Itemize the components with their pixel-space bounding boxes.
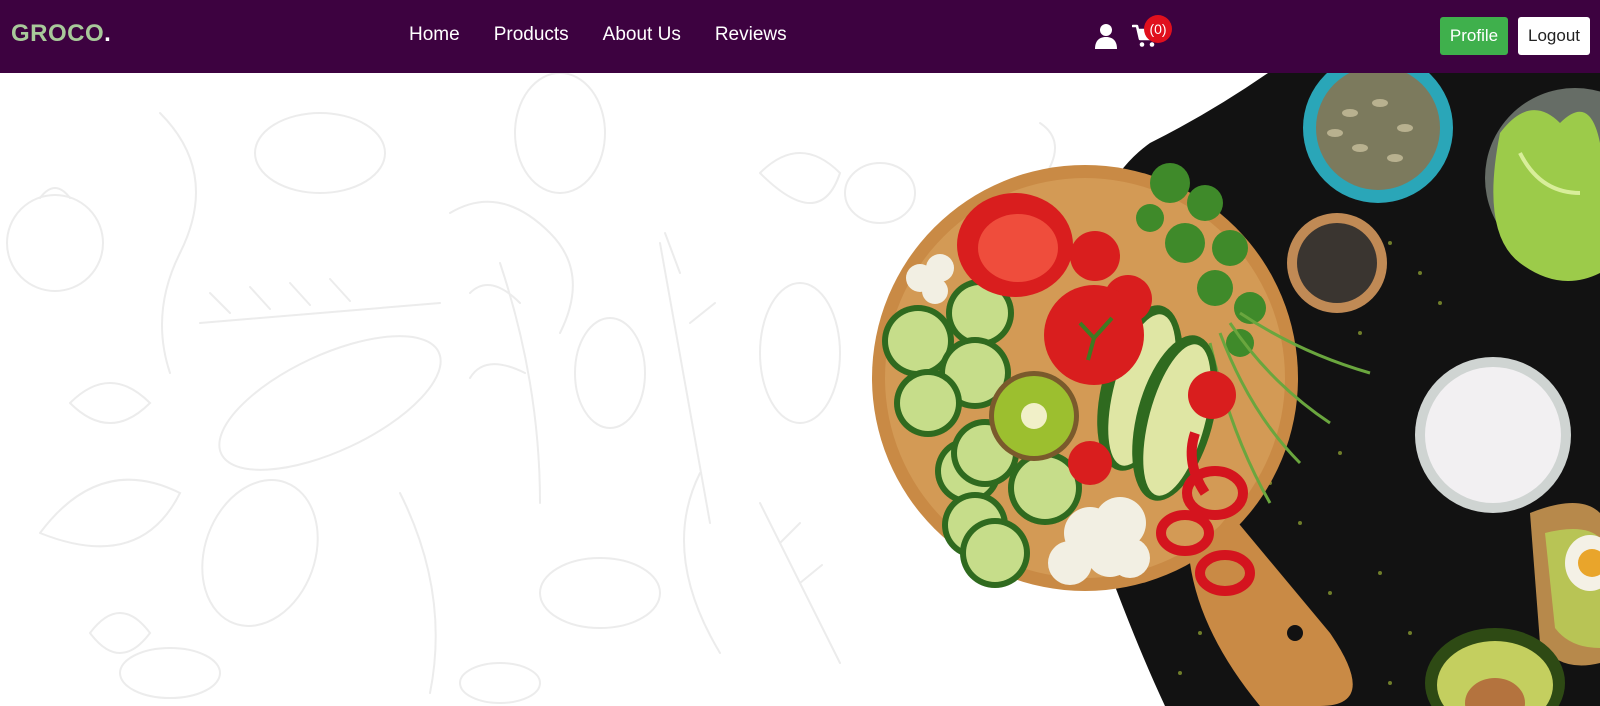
hero-vegetables-image: [872, 73, 1600, 706]
logo-dot: .: [104, 20, 112, 47]
nav-products[interactable]: Products: [494, 24, 569, 46]
user-icon[interactable]: [1094, 23, 1118, 49]
logo-text: GROCO: [11, 20, 105, 47]
logo[interactable]: GROCO.: [11, 20, 111, 48]
navbar: GROCO. Home Products About Us Reviews (0…: [0, 0, 1600, 73]
nav-about-us[interactable]: About Us: [603, 24, 681, 46]
header-icons: (0): [1094, 15, 1174, 52]
hero-banner: [0, 73, 1600, 706]
nav-home[interactable]: Home: [409, 24, 460, 46]
main-nav: Home Products About Us Reviews: [409, 24, 821, 46]
nav-reviews[interactable]: Reviews: [715, 24, 787, 46]
logout-button[interactable]: Logout: [1518, 17, 1590, 55]
cart-count-badge: (0): [1144, 15, 1172, 43]
profile-button[interactable]: Profile: [1440, 17, 1508, 55]
